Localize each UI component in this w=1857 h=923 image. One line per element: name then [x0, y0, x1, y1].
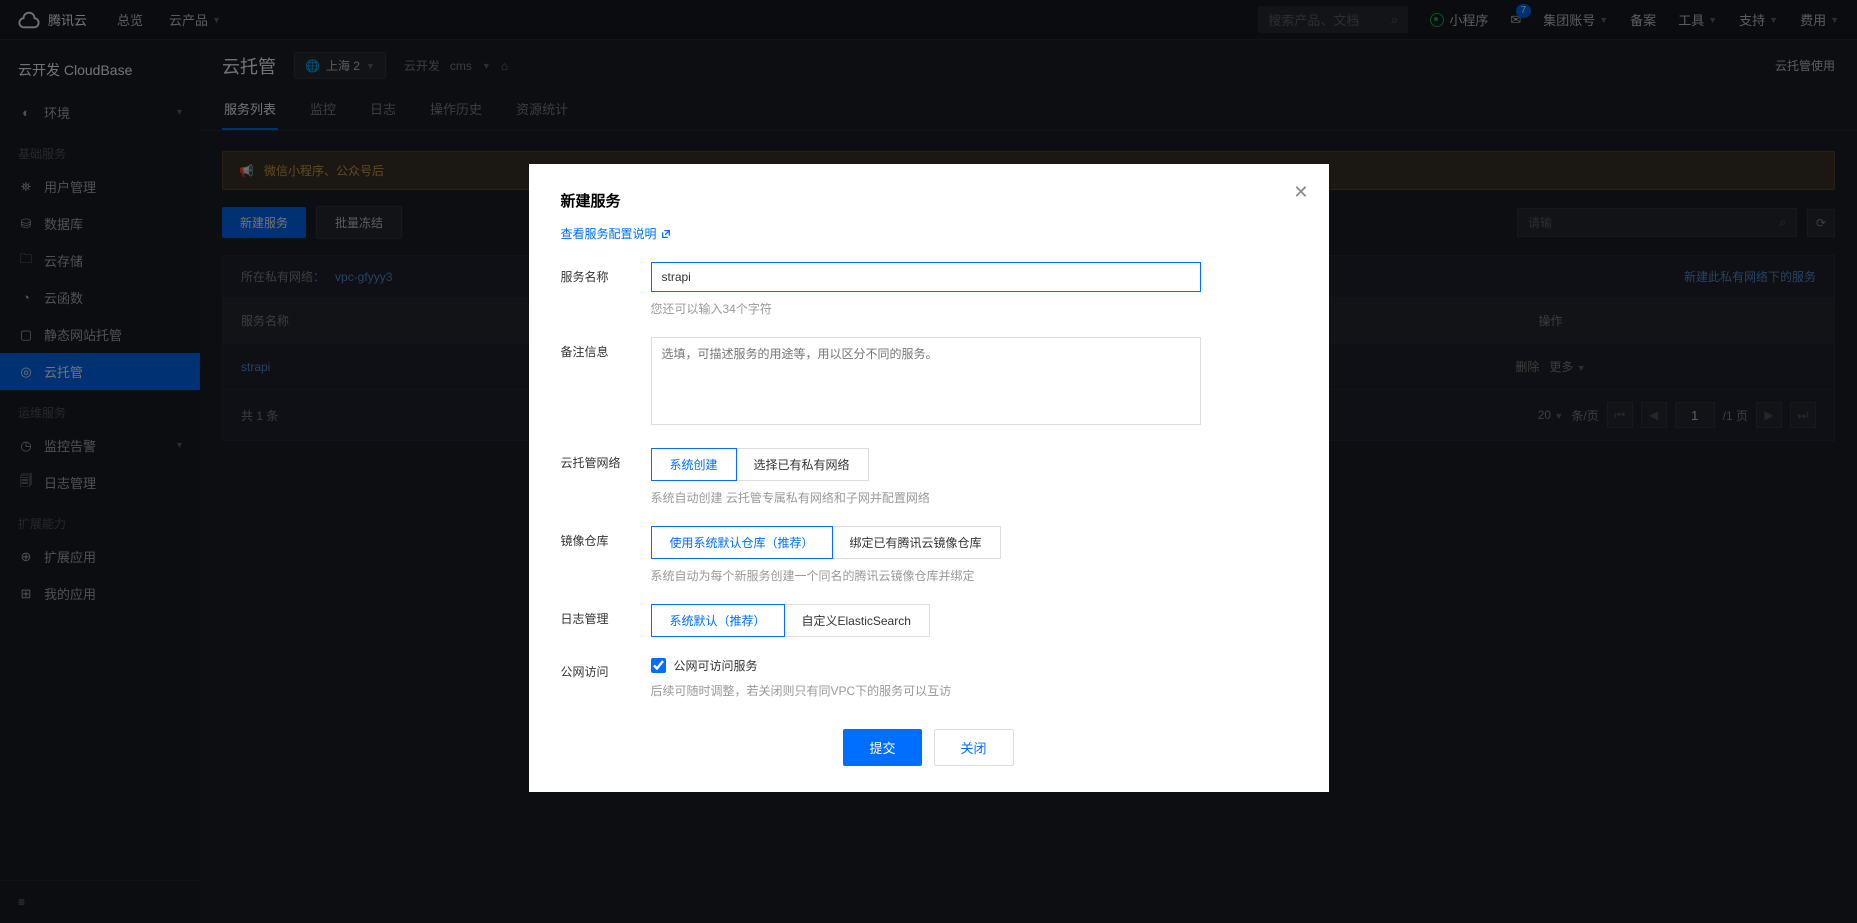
repo-segment: 使用系统默认仓库（推荐） 绑定已有腾讯云镜像仓库 [651, 526, 1001, 559]
pub-label: 公网访问 [561, 657, 651, 680]
modal-footer: 提交 关闭 [561, 729, 1297, 766]
network-segment: 系统创建 选择已有私有网络 [651, 448, 869, 481]
public-access-checkbox-row[interactable]: 公网可访问服务 [651, 657, 1297, 674]
repo-opt-bind[interactable]: 绑定已有腾讯云镜像仓库 [832, 527, 1000, 558]
repo-opt-default[interactable]: 使用系统默认仓库（推荐） [651, 526, 833, 559]
modal-title: 新建服务 [561, 190, 1297, 211]
net-label: 云托管网络 [561, 448, 651, 471]
log-segment: 系统默认（推荐） 自定义ElasticSearch [651, 604, 930, 637]
create-service-modal: 新建服务 ✕ 查看服务配置说明 服务名称 您还可以输入34个字符 备注信息 云托… [529, 164, 1329, 792]
repo-hint: 系统自动为每个新服务创建一个同名的腾讯云镜像仓库并绑定 [651, 567, 1297, 584]
service-name-input[interactable] [651, 262, 1201, 292]
net-opt-system[interactable]: 系统创建 [651, 448, 737, 481]
remark-textarea[interactable] [651, 337, 1201, 425]
net-opt-existing[interactable]: 选择已有私有网络 [736, 449, 868, 480]
log-label: 日志管理 [561, 604, 651, 627]
config-doc-link[interactable]: 查看服务配置说明 [561, 225, 671, 242]
log-opt-default[interactable]: 系统默认（推荐） [651, 604, 785, 637]
name-label: 服务名称 [561, 262, 651, 285]
public-access-checkbox[interactable] [651, 658, 666, 673]
submit-button[interactable]: 提交 [843, 729, 921, 766]
log-opt-es[interactable]: 自定义ElasticSearch [784, 605, 929, 636]
close-button[interactable]: 关闭 [934, 729, 1014, 766]
close-icon[interactable]: ✕ [1293, 182, 1308, 203]
repo-label: 镜像仓库 [561, 526, 651, 549]
name-hint: 您还可以输入34个字符 [651, 300, 1297, 317]
net-hint: 系统自动创建 云托管专属私有网络和子网并配置网络 [651, 489, 1297, 506]
remark-label: 备注信息 [561, 337, 651, 360]
pub-hint: 后续可随时调整，若关闭则只有同VPC下的服务可以互访 [651, 682, 1297, 699]
external-link-icon [661, 229, 671, 239]
